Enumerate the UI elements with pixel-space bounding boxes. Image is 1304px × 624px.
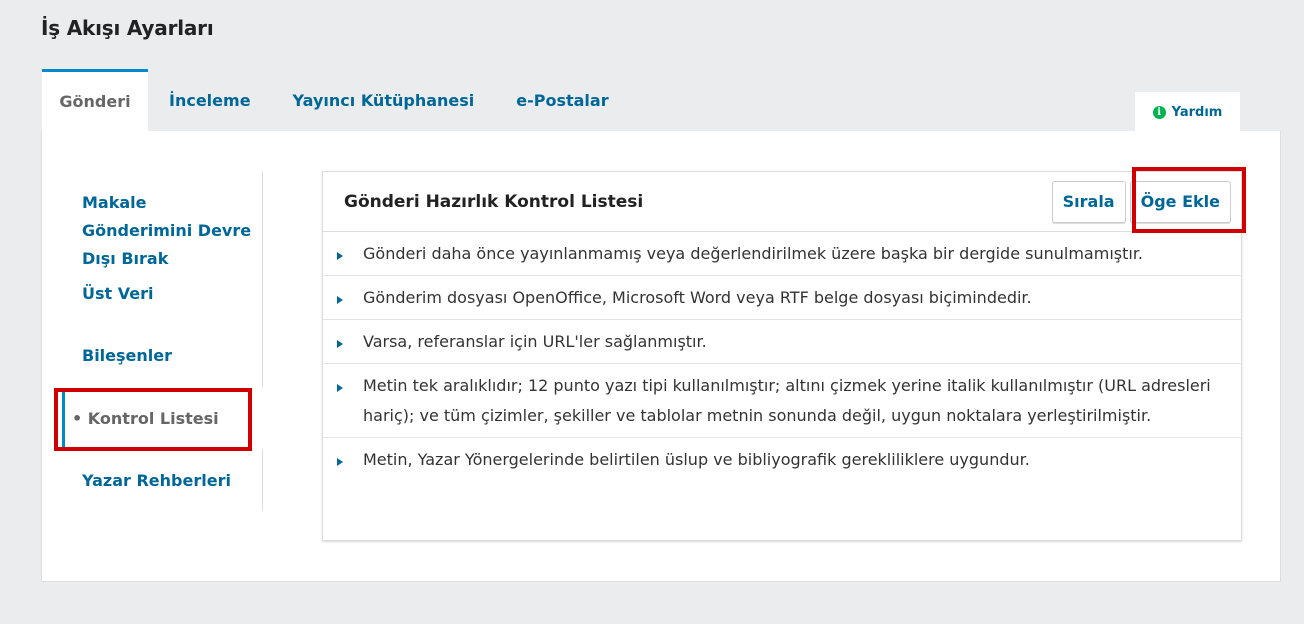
tab-submission[interactable]: Gönderi	[42, 69, 148, 133]
sort-button[interactable]: Sırala	[1051, 180, 1126, 223]
help-label: Yardım	[1171, 104, 1223, 120]
list-item-text: Gönderi daha önce yayınlanmamış veya değ…	[363, 244, 1144, 263]
tab-bar: Gönderi İnceleme Yayıncı Kütüphanesi e-P…	[42, 69, 630, 133]
list-item[interactable]: Varsa, referanslar için URL'ler sağlanmı…	[323, 320, 1241, 364]
sidebar-item-components[interactable]: Bileşenler	[62, 342, 282, 370]
checklist-header: Gönderi Hazırlık Kontrol Listesi Sırala …	[323, 172, 1241, 232]
list-item[interactable]: Metin, Yazar Yönergelerinde belirtilen ü…	[323, 438, 1241, 481]
sidebar-item-metadata[interactable]: Üst Veri	[62, 280, 282, 308]
expand-arrow-icon	[337, 296, 343, 304]
list-item-text: Metin, Yazar Yönergelerinde belirtilen ü…	[363, 450, 1030, 469]
checklist-card: Gönderi Hazırlık Kontrol Listesi Sırala …	[322, 167, 1246, 541]
tab-emails[interactable]: e-Postalar	[495, 69, 629, 132]
expand-arrow-icon	[337, 340, 343, 348]
sidebar-item-disable-submissions[interactable]: Makale Gönderimini Devre Dışı Bırak	[62, 189, 262, 273]
tab-publisher-library[interactable]: Yayıncı Kütüphanesi	[272, 69, 496, 132]
list-item-text: Gönderim dosyası OpenOffice, Microsoft W…	[363, 288, 1032, 307]
checklist-title: Gönderi Hazırlık Kontrol Listesi	[344, 191, 644, 212]
list-item[interactable]: Gönderi daha önce yayınlanmamış veya değ…	[323, 232, 1241, 276]
sidebar-item-author-guidelines[interactable]: Yazar Rehberleri	[62, 467, 282, 495]
tab-review[interactable]: İnceleme	[148, 69, 272, 132]
info-icon: i	[1152, 105, 1166, 119]
settings-panel: Makale Gönderimini Devre Dışı Bırak Üst …	[41, 131, 1281, 582]
highlight-box	[1132, 167, 1246, 233]
expand-arrow-icon	[337, 458, 343, 466]
list-item-text: Metin tek aralıklıdır; 12 punto yazı tip…	[363, 376, 1211, 425]
list-item[interactable]: Metin tek aralıklıdır; 12 punto yazı tip…	[323, 364, 1241, 438]
expand-arrow-icon	[337, 384, 343, 392]
highlight-box	[54, 388, 252, 451]
help-button[interactable]: i Yardım	[1135, 92, 1240, 132]
list-item[interactable]: Gönderim dosyası OpenOffice, Microsoft W…	[323, 276, 1241, 320]
expand-arrow-icon	[337, 252, 343, 260]
list-item-text: Varsa, referanslar için URL'ler sağlanmı…	[363, 332, 707, 351]
page-title: İş Akışı Ayarları	[41, 16, 214, 40]
